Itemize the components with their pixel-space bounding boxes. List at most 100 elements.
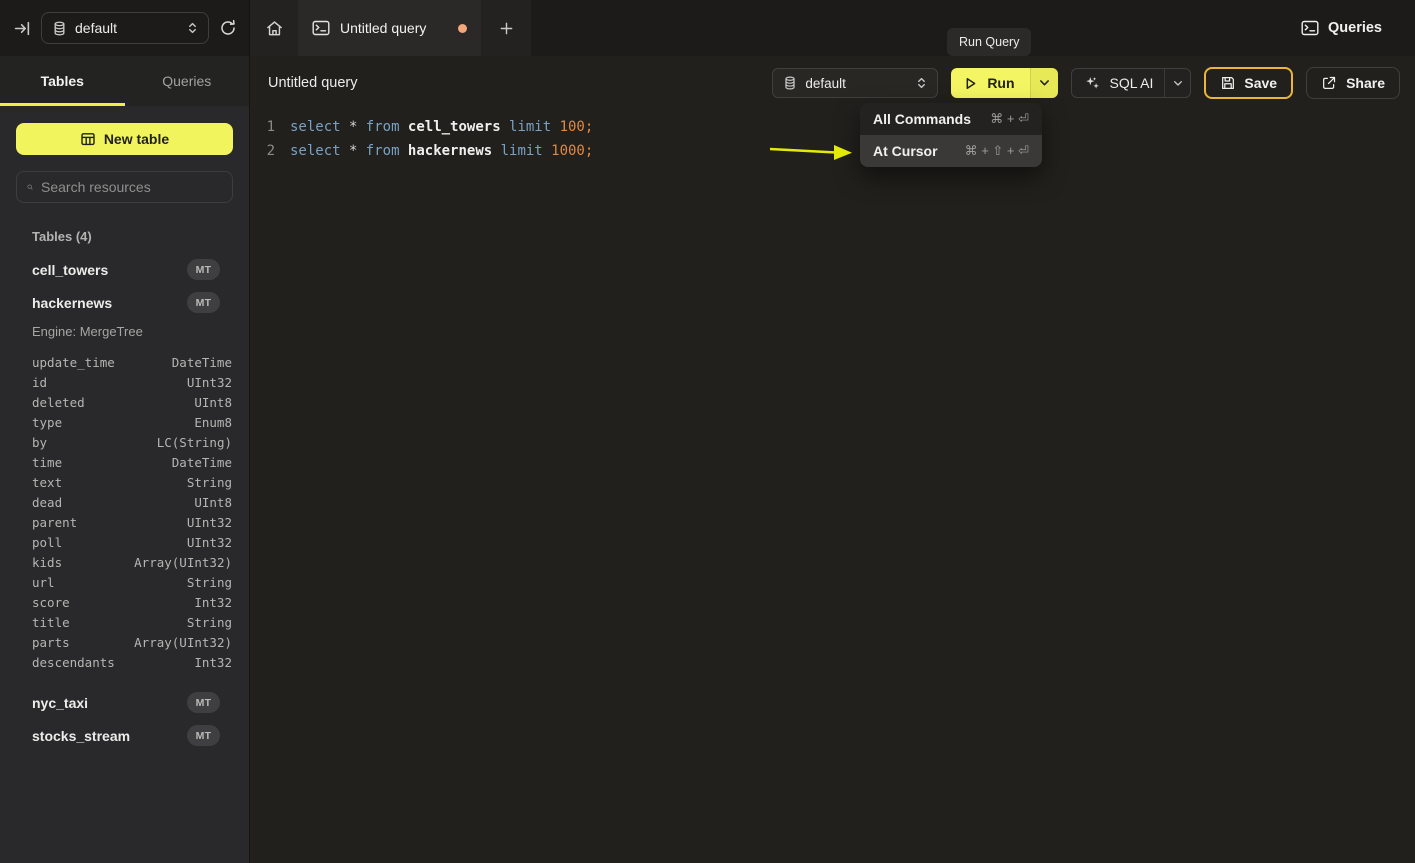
column-row[interactable]: partsArray(UInt32) (16, 632, 233, 652)
tab-label: Untitled query (340, 20, 426, 36)
run-button[interactable]: Run (951, 68, 1029, 98)
tab-strip: Untitled query (250, 0, 531, 56)
column-name: parts (32, 635, 70, 650)
table-row-cell-towers[interactable]: cell_towers MT (16, 253, 233, 286)
sql-ai-button-group: SQL AI (1071, 68, 1192, 98)
table-row-stocks-stream[interactable]: stocks_stream MT (16, 719, 233, 752)
save-button-label: Save (1244, 75, 1277, 91)
share-button[interactable]: Share (1306, 67, 1400, 99)
code-text: select*fromhackernewslimit1000; (290, 143, 593, 159)
tab-tables[interactable]: Tables (0, 56, 125, 106)
engine-badge: MT (187, 259, 220, 280)
main-panel: Untitled query default (250, 56, 1415, 863)
run-options-button[interactable] (1030, 68, 1058, 98)
column-row[interactable]: idUInt32 (16, 372, 233, 392)
column-name: deleted (32, 395, 85, 410)
column-row[interactable]: typeEnum8 (16, 412, 233, 432)
new-tab-button[interactable] (481, 0, 531, 56)
tab-queries[interactable]: Queries (125, 56, 250, 106)
menu-item-label: At Cursor (873, 143, 938, 159)
column-row[interactable]: descendants Int32 (16, 652, 233, 672)
body: Tables Queries New table Tables (4) cell… (0, 56, 1415, 863)
column-type: String (187, 615, 232, 630)
queries-panel-button[interactable]: Queries (1285, 0, 1415, 56)
save-button[interactable]: Save (1204, 67, 1293, 99)
column-name: kids (32, 555, 62, 570)
column-row[interactable]: textString (16, 472, 233, 492)
column-row[interactable]: titleString (16, 612, 233, 632)
column-row[interactable]: poll UInt32 (16, 532, 233, 552)
run-options-menu: All Commands ⌘ + ⏎ At Cursor ⌘ + ⇧ + ⏎ (860, 103, 1042, 167)
column-type: Enum8 (194, 415, 232, 430)
home-tab[interactable] (250, 0, 298, 56)
column-row[interactable]: deleted UInt8 (16, 392, 233, 412)
sparkles-icon (1084, 75, 1101, 92)
table-row-nyc-taxi[interactable]: nyc_taxi MT (16, 686, 233, 719)
table-row-hackernews[interactable]: hackernews MT (16, 286, 233, 319)
column-row[interactable]: update_timeDateTime (16, 352, 233, 372)
active-tab-underline (0, 103, 125, 106)
column-row[interactable]: url String (16, 572, 233, 592)
column-type: UInt8 (194, 495, 232, 510)
sql-ai-button[interactable]: SQL AI (1072, 69, 1165, 97)
sidebar: Tables Queries New table Tables (4) cell… (0, 56, 250, 863)
column-type: UInt32 (187, 535, 232, 550)
toolbar-database-select[interactable]: default (772, 68, 938, 98)
column-row[interactable]: kidsArray(UInt32) (16, 552, 233, 572)
terminal-icon (312, 20, 330, 36)
engine-badge: MT (187, 692, 220, 713)
column-type: DateTime (172, 455, 232, 470)
spacer (16, 672, 233, 686)
search-icon (27, 180, 33, 194)
new-table-button[interactable]: New table (16, 123, 233, 155)
chevron-down-icon (1039, 79, 1050, 87)
menu-item-at-cursor[interactable]: At Cursor ⌘ + ⇧ + ⏎ (860, 135, 1042, 167)
column-type: UInt8 (194, 395, 232, 410)
topbar-left: default (0, 0, 250, 56)
share-button-label: Share (1346, 75, 1385, 91)
table-name: hackernews (32, 295, 112, 311)
line-number: 1 (250, 119, 275, 135)
column-name: descendants (32, 655, 115, 670)
column-row[interactable]: parentUInt32 (16, 512, 233, 532)
column-row[interactable]: byLC(String) (16, 432, 233, 452)
chevron-updown-icon (187, 21, 198, 35)
menu-item-all-commands[interactable]: All Commands ⌘ + ⏎ (860, 103, 1042, 135)
sql-ai-options-button[interactable] (1164, 69, 1190, 97)
toolbar-actions: default Run (772, 67, 1400, 99)
column-name: poll (32, 535, 62, 550)
search-input[interactable] (41, 179, 222, 195)
column-type: String (187, 575, 232, 590)
column-name: dead (32, 495, 62, 510)
menu-item-shortcut: ⌘ + ⏎ (990, 111, 1029, 127)
unsaved-indicator-dot (458, 24, 467, 33)
toolbar-database-value: default (805, 76, 908, 91)
column-name: id (32, 375, 47, 390)
table-icon (80, 131, 96, 147)
column-list: update_timeDateTime idUInt32 deletedUInt… (16, 352, 233, 672)
app-window: default Untitled query (0, 0, 1415, 863)
column-name: score (32, 595, 70, 610)
column-row[interactable]: timeDateTime (16, 452, 233, 472)
column-type: Int32 (194, 655, 232, 670)
collapse-sidebar-icon[interactable] (14, 20, 31, 37)
column-row[interactable]: scoreInt32 (16, 592, 233, 612)
column-name: text (32, 475, 62, 490)
engine-badge: MT (187, 725, 220, 746)
sidebar-content: New table Tables (4) cell_towers MT hack… (0, 106, 249, 863)
database-select[interactable]: default (41, 12, 209, 44)
table-name: nyc_taxi (32, 695, 88, 711)
tab-untitled-query[interactable]: Untitled query (298, 0, 481, 56)
column-row[interactable]: dead UInt8 (16, 492, 233, 512)
plus-icon (499, 21, 514, 36)
sql-editor[interactable]: 1 select*fromcell_towerslimit100; 2 sele… (250, 110, 1415, 863)
table-name: stocks_stream (32, 728, 130, 744)
query-toolbar: Untitled query default (250, 56, 1415, 110)
refresh-icon[interactable] (219, 19, 237, 37)
column-name: url (32, 575, 55, 590)
home-icon (265, 19, 284, 38)
code-line-2: 2 select*fromhackernewslimit1000; (250, 139, 1415, 163)
terminal-icon (1301, 20, 1319, 36)
code-text: select*fromcell_towerslimit100; (290, 119, 593, 135)
column-type: LC(String) (157, 435, 232, 450)
